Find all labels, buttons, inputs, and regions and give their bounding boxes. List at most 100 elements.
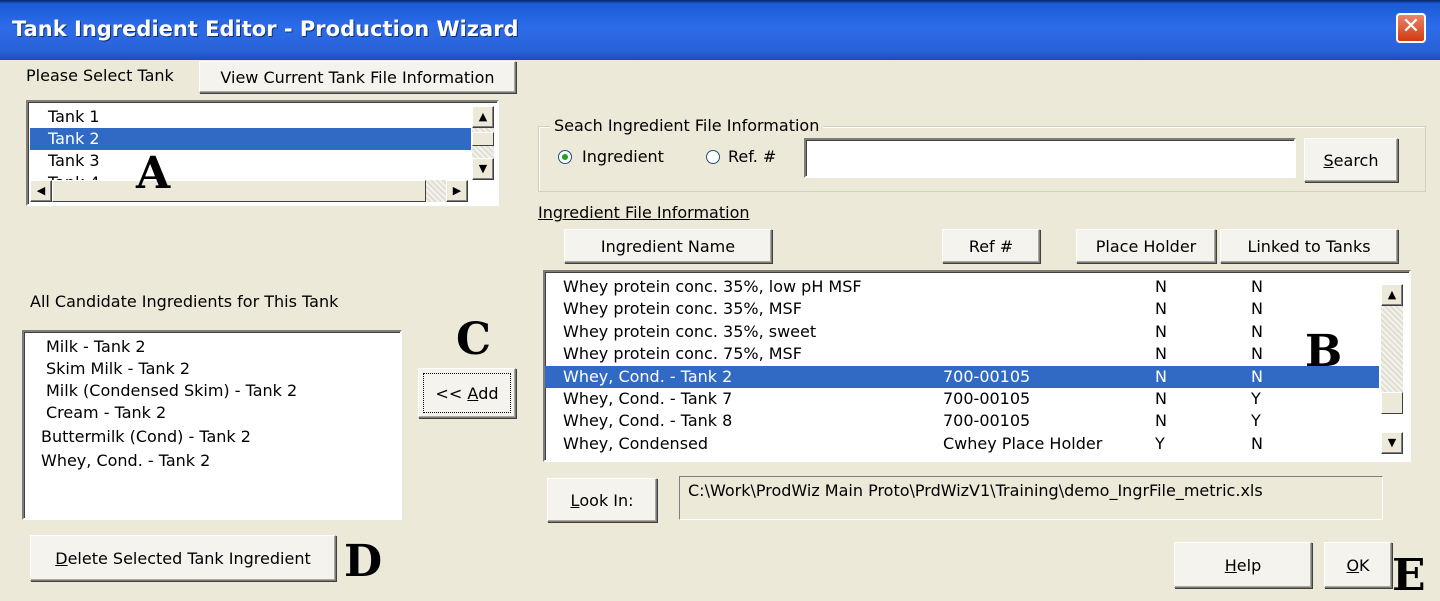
marker-b: B bbox=[1305, 326, 1343, 377]
candidate-item[interactable]: Skim Milk - Tank 2 bbox=[46, 358, 190, 380]
linked-cell: Y bbox=[1251, 411, 1261, 431]
tank-listbox[interactable]: Tank 1Tank 2Tank 3Tank 4 ▲ ▼ ◀ ▶ A bbox=[26, 100, 499, 206]
place-holder-header[interactable]: Place Holder bbox=[1076, 229, 1216, 263]
ingredient-row[interactable]: Whey, Cond. - Tank 8 700-00105 N Y bbox=[545, 410, 1379, 432]
search-input[interactable] bbox=[804, 138, 1296, 178]
search-button[interactable]: Search bbox=[1304, 138, 1398, 182]
delete-button-rest: elete Selected Tank Ingredient bbox=[67, 548, 311, 568]
window-title: Tank Ingredient Editor - Production Wiza… bbox=[12, 17, 519, 41]
linked-cell: N bbox=[1251, 433, 1263, 453]
linked-cell: N bbox=[1251, 321, 1263, 341]
add-button-rest: dd bbox=[478, 383, 499, 403]
linked-cell: Y bbox=[1251, 389, 1261, 408]
ref-cell: Cwhey Place Holder bbox=[943, 433, 1103, 453]
candidates-label: All Candidate Ingredients for This Tank bbox=[30, 292, 339, 311]
place-holder-cell: N bbox=[1155, 366, 1167, 386]
ref-radio-label[interactable]: Ref. # bbox=[728, 147, 776, 166]
ref-cell: 700-00105 bbox=[943, 389, 1031, 408]
linked-cell: N bbox=[1251, 277, 1263, 296]
scroll-right-arrow-icon[interactable]: ▶ bbox=[446, 180, 468, 202]
dialog-window: Tank Ingredient Editor - Production Wiza… bbox=[0, 0, 1440, 598]
tank-scroll-thumb[interactable] bbox=[472, 132, 494, 146]
candidate-listbox[interactable]: Milk - Tank 2 Skim Milk - Tank 2 Milk (C… bbox=[22, 330, 402, 520]
delete-button-mnemonic: D bbox=[55, 548, 68, 568]
look-in-rest: ook In: bbox=[579, 490, 634, 510]
tank-list-item[interactable]: Tank 2 bbox=[30, 128, 471, 150]
ingredient-scroll-thumb[interactable] bbox=[1381, 392, 1403, 414]
ingredient-name-cell: Whey, Cond. - Tank 7 bbox=[563, 389, 733, 408]
delete-ingredient-button[interactable]: Delete Selected Tank Ingredient bbox=[30, 535, 336, 581]
scroll-up-arrow-icon[interactable]: ▲ bbox=[1381, 284, 1403, 306]
ref-cell: 700-00105 bbox=[943, 411, 1031, 431]
ingredient-row[interactable]: Whey protein conc. 35%, sweet N N bbox=[545, 321, 1379, 343]
ingredient-radio-label[interactable]: Ingredient bbox=[582, 147, 664, 166]
place-holder-cell: Y bbox=[1155, 433, 1165, 453]
close-button[interactable]: ✕ bbox=[1396, 13, 1426, 43]
ingredient-radio[interactable] bbox=[558, 150, 572, 164]
linked-cell: N bbox=[1251, 299, 1263, 319]
scroll-left-arrow-icon[interactable]: ◀ bbox=[30, 180, 52, 202]
search-button-mnemonic: S bbox=[1323, 150, 1334, 170]
ok-button[interactable]: OK bbox=[1324, 542, 1392, 588]
place-holder-cell: N bbox=[1155, 411, 1167, 431]
ingredient-row[interactable]: Whey protein conc. 35%, low pH MSF N N bbox=[545, 276, 1379, 298]
scroll-down-arrow-icon[interactable]: ▼ bbox=[472, 158, 494, 180]
place-holder-cell: N bbox=[1155, 389, 1167, 408]
ok-rest: K bbox=[1359, 555, 1370, 575]
candidate-item[interactable]: Whey, Cond. - Tank 2 bbox=[41, 450, 210, 472]
add-button-prefix: << bbox=[435, 383, 468, 403]
view-tank-file-button[interactable]: View Current Tank File Information bbox=[199, 61, 516, 93]
scroll-up-arrow-icon[interactable]: ▲ bbox=[472, 106, 494, 128]
look-in-button[interactable]: Look In: bbox=[547, 478, 657, 522]
scroll-down-arrow-icon[interactable]: ▼ bbox=[1381, 432, 1403, 454]
tank-hscroll-track[interactable] bbox=[426, 180, 446, 202]
ref-cell: 700-00105 bbox=[943, 366, 1031, 386]
marker-d: D bbox=[344, 536, 383, 587]
ingredient-row[interactable]: Whey, Condensed Cwhey Place Holder Y N bbox=[545, 433, 1379, 455]
ingredient-row[interactable]: Whey, Cond. - Tank 7 700-00105 N Y bbox=[545, 388, 1379, 410]
look-in-mnemonic: L bbox=[570, 490, 580, 510]
ingredient-name-header[interactable]: Ingredient Name bbox=[564, 229, 772, 263]
help-rest: elp bbox=[1236, 555, 1262, 575]
ingredient-name-cell: Whey, Condensed bbox=[563, 433, 709, 453]
place-holder-cell: N bbox=[1155, 321, 1167, 341]
place-holder-cell: N bbox=[1155, 344, 1167, 364]
help-mnemonic: H bbox=[1224, 555, 1237, 575]
ingredient-name-cell: Whey protein conc. 35%, MSF bbox=[563, 299, 802, 319]
candidate-item[interactable]: Milk (Condensed Skim) - Tank 2 bbox=[46, 380, 297, 402]
ingredient-name-cell: Whey protein conc. 35%, sweet bbox=[563, 321, 817, 341]
add-button-mnemonic: A bbox=[467, 383, 479, 403]
place-holder-cell: N bbox=[1155, 299, 1167, 319]
ref-header[interactable]: Ref # bbox=[942, 229, 1040, 263]
look-in-path: C:\Work\ProdWiz Main Proto\PrdWizV1\Trai… bbox=[679, 476, 1383, 520]
tank-list-item[interactable]: Tank 1 bbox=[30, 106, 471, 128]
add-button[interactable]: << Add bbox=[418, 368, 516, 418]
linked-tanks-header[interactable]: Linked to Tanks bbox=[1220, 229, 1398, 263]
tank-hscroll-thumb[interactable] bbox=[52, 180, 426, 202]
ingredient-file-listbox[interactable]: Whey protein conc. 35%, low pH MSF N N Whey… bbox=[543, 270, 1411, 462]
ok-mnemonic: O bbox=[1346, 555, 1360, 575]
linked-cell: N bbox=[1251, 344, 1263, 364]
candidate-item[interactable]: Milk - Tank 2 bbox=[46, 336, 146, 358]
marker-e: E bbox=[1392, 550, 1426, 601]
tank-list-item[interactable]: Tank 3 bbox=[30, 150, 471, 172]
candidate-item[interactable]: Buttermilk (Cond) - Tank 2 bbox=[41, 426, 251, 448]
ingredient-row[interactable]: Whey, Cond. - Tank 2 700-00105 N N bbox=[545, 365, 1379, 388]
ingredient-name-cell: Whey protein conc. 75%, MSF bbox=[563, 344, 802, 364]
tank-list-item[interactable]: Tank 4 bbox=[30, 172, 471, 180]
ingredient-row[interactable]: Whey protein conc. 75%, MSF N N bbox=[545, 343, 1379, 365]
search-group-label: Seach Ingredient File Information bbox=[550, 116, 824, 135]
select-tank-label: Please Select Tank bbox=[26, 66, 174, 85]
ingredient-name-cell: Whey, Cond. - Tank 8 bbox=[563, 411, 733, 431]
marker-a: A bbox=[136, 148, 171, 199]
marker-c: C bbox=[456, 314, 492, 365]
ingredient-rows: Whey protein conc. 35%, low pH MSF N N Whey… bbox=[545, 274, 1379, 460]
ingredient-name-cell: Whey, Cond. - Tank 2 bbox=[563, 366, 733, 386]
linked-cell: N bbox=[1251, 366, 1263, 386]
candidate-item[interactable]: Cream - Tank 2 bbox=[46, 402, 166, 424]
title-bar[interactable]: Tank Ingredient Editor - Production Wiza… bbox=[0, 0, 1440, 60]
ingredient-row[interactable]: Whey protein conc. 35%, MSF N N bbox=[545, 298, 1379, 320]
ref-radio[interactable] bbox=[706, 150, 720, 164]
help-button[interactable]: Help bbox=[1174, 542, 1312, 588]
ingredient-file-label: Ingredient File Information bbox=[538, 203, 750, 222]
